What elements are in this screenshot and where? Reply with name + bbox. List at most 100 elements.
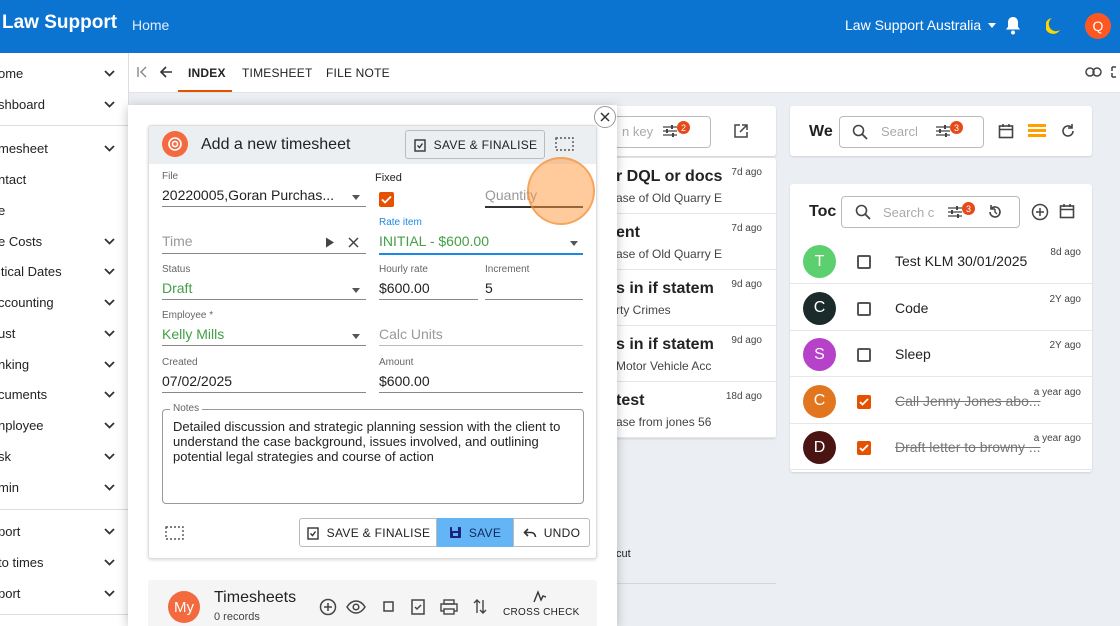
caret-down-icon[interactable] bbox=[352, 334, 360, 339]
todo-item[interactable]: S Sleep 2Y ago bbox=[790, 331, 1092, 377]
back-arrow-icon[interactable] bbox=[158, 64, 174, 80]
todo-checkbox[interactable] bbox=[857, 394, 871, 409]
open-external-icon[interactable] bbox=[733, 123, 749, 139]
todo-item[interactable]: T Test KLM 30/01/2025 8d ago bbox=[790, 238, 1092, 284]
fullscreen-icon[interactable] bbox=[1111, 66, 1120, 78]
cross-check-icon[interactable] bbox=[533, 590, 547, 603]
todo-checkbox[interactable] bbox=[857, 255, 871, 269]
sidebar-item[interactable]: port bbox=[0, 516, 129, 546]
rate-item-label: Rate item bbox=[379, 217, 422, 228]
sidebar-item[interactable]: nking bbox=[0, 349, 129, 379]
cross-check-button[interactable]: CROSS CHECK bbox=[503, 607, 580, 618]
sidebar-item[interactable]: ust bbox=[0, 318, 129, 348]
sidebar-item[interactable]: ccounting bbox=[0, 287, 129, 317]
tab-file-note[interactable]: FILE NOTE bbox=[326, 66, 390, 80]
todo-item[interactable]: D Draft letter to browny ... a year ago bbox=[790, 424, 1092, 470]
eye-icon[interactable] bbox=[346, 600, 366, 614]
time-input[interactable]: Time bbox=[162, 233, 193, 249]
sidebar-item[interactable]: sk bbox=[0, 441, 129, 471]
save-button[interactable]: SAVE bbox=[437, 518, 513, 547]
print-icon[interactable] bbox=[440, 599, 458, 615]
todo-item[interactable]: C Code 2Y ago bbox=[790, 285, 1092, 331]
amount-input[interactable]: $600.00 bbox=[379, 373, 430, 389]
employee-select[interactable]: Kelly Mills bbox=[162, 326, 224, 342]
close-dialog-button[interactable] bbox=[594, 106, 616, 128]
sidebar-item[interactable]: cuments bbox=[0, 379, 129, 409]
save-label: SAVE bbox=[468, 525, 502, 540]
add-circle-icon[interactable] bbox=[1031, 203, 1049, 221]
list-item[interactable]: ent ase of Old Quarry E 7d ago bbox=[606, 214, 776, 270]
status-select[interactable]: Draft bbox=[162, 280, 192, 296]
play-timer-icon[interactable] bbox=[325, 237, 335, 248]
sidebar-item[interactable]: nployee bbox=[0, 410, 129, 440]
todo-checkbox[interactable] bbox=[857, 348, 871, 362]
clear-time-icon[interactable] bbox=[348, 237, 359, 248]
list-item-time: 18d ago bbox=[725, 391, 762, 402]
todo-item[interactable]: C Call Jenny Jones abo... a year ago bbox=[790, 378, 1092, 424]
select-area-icon[interactable] bbox=[555, 137, 574, 151]
todo-checkbox[interactable] bbox=[857, 441, 871, 455]
history-icon[interactable] bbox=[987, 204, 1003, 220]
add-circle-icon[interactable] bbox=[319, 598, 337, 616]
avatar: C bbox=[803, 384, 836, 418]
save-finalise-button[interactable]: SAVE & FINALISE bbox=[299, 518, 437, 547]
list-item[interactable]: test ase from jones 56 18d ago bbox=[606, 382, 776, 438]
created-input[interactable]: 07/02/2025 bbox=[162, 373, 232, 389]
we-search-placeholder: Searcl bbox=[881, 124, 918, 139]
calc-units-input[interactable]: Calc Units bbox=[379, 326, 443, 342]
clipboard-check-icon[interactable] bbox=[410, 598, 426, 615]
list-item[interactable]: s in if statem rty Crimes 9d ago bbox=[606, 270, 776, 326]
todo-checkbox[interactable] bbox=[857, 301, 871, 316]
undo-button[interactable]: UNDO bbox=[513, 518, 590, 547]
app-brand[interactable]: Law Support bbox=[2, 12, 117, 34]
filter-count-badge: 3 bbox=[962, 202, 975, 215]
sidebar-item[interactable]: shboard bbox=[0, 89, 129, 119]
collapse-left-icon[interactable] bbox=[136, 65, 148, 79]
sidebar-divider bbox=[0, 125, 129, 126]
sidebar-item[interactable]: to times bbox=[0, 547, 129, 577]
dark-mode-moon-icon[interactable] bbox=[1046, 17, 1062, 35]
rate-item-select[interactable]: INITIAL - $600.00 bbox=[379, 233, 489, 249]
fixed-checkbox[interactable] bbox=[379, 192, 394, 207]
list-item-subtitle: Motor Vehicle Acc bbox=[616, 359, 712, 373]
home-link[interactable]: Home bbox=[132, 17, 169, 33]
square-icon[interactable] bbox=[383, 601, 394, 612]
list-view-icon[interactable] bbox=[1028, 124, 1046, 138]
sidebar-item-label: nployee bbox=[0, 417, 44, 433]
sidebar-item[interactable]: itical Dates bbox=[0, 256, 129, 286]
select-area-icon[interactable] bbox=[165, 526, 184, 540]
sidebar-item[interactable]: ntact bbox=[0, 164, 129, 194]
filter-sliders-icon[interactable] bbox=[662, 124, 678, 138]
notifications-bell-icon[interactable] bbox=[1004, 16, 1022, 36]
tab-timesheet[interactable]: TIMESHEET bbox=[242, 66, 312, 80]
calendar-icon[interactable] bbox=[998, 123, 1014, 139]
user-avatar[interactable]: Q bbox=[1085, 13, 1111, 39]
org-selector[interactable]: Law Support Australia bbox=[845, 17, 997, 33]
list-item-title: s in if statem bbox=[616, 280, 714, 297]
sort-arrows-icon[interactable] bbox=[473, 598, 487, 615]
refresh-icon[interactable] bbox=[1060, 123, 1076, 139]
sidebar-item[interactable]: e bbox=[0, 195, 129, 225]
caret-down-icon[interactable] bbox=[570, 241, 578, 246]
check-icon bbox=[381, 195, 392, 204]
sidebar-item[interactable]: port bbox=[0, 578, 129, 608]
list-item[interactable]: r DQL or docs ase of Old Quarry E 7d ago bbox=[606, 158, 776, 214]
sidebar-item[interactable]: min bbox=[0, 472, 129, 502]
sidebar-item[interactable]: e Costs bbox=[0, 226, 129, 256]
sidebar-item[interactable]: ome bbox=[0, 58, 129, 88]
hourly-rate-input[interactable]: $600.00 bbox=[379, 280, 430, 296]
filter-sliders-icon[interactable] bbox=[935, 124, 951, 138]
header-save-finalise-button[interactable]: SAVE & FINALISE bbox=[405, 130, 545, 159]
check-icon bbox=[859, 444, 869, 452]
increment-input[interactable]: 5 bbox=[485, 280, 493, 296]
filter-sliders-icon[interactable] bbox=[947, 205, 963, 219]
caret-down-icon[interactable] bbox=[352, 195, 360, 200]
created-label: Created bbox=[162, 357, 198, 368]
tab-index[interactable]: INDEX bbox=[188, 66, 226, 80]
calendar-icon[interactable] bbox=[1059, 203, 1075, 219]
list-item[interactable]: s in if statem Motor Vehicle Acc 9d ago bbox=[606, 326, 776, 382]
file-select[interactable]: 20220005,Goran Purchas... bbox=[162, 187, 342, 203]
caret-down-icon[interactable] bbox=[352, 288, 360, 293]
sidebar-item[interactable]: mesheet bbox=[0, 133, 129, 163]
link-icon[interactable] bbox=[1085, 66, 1102, 78]
